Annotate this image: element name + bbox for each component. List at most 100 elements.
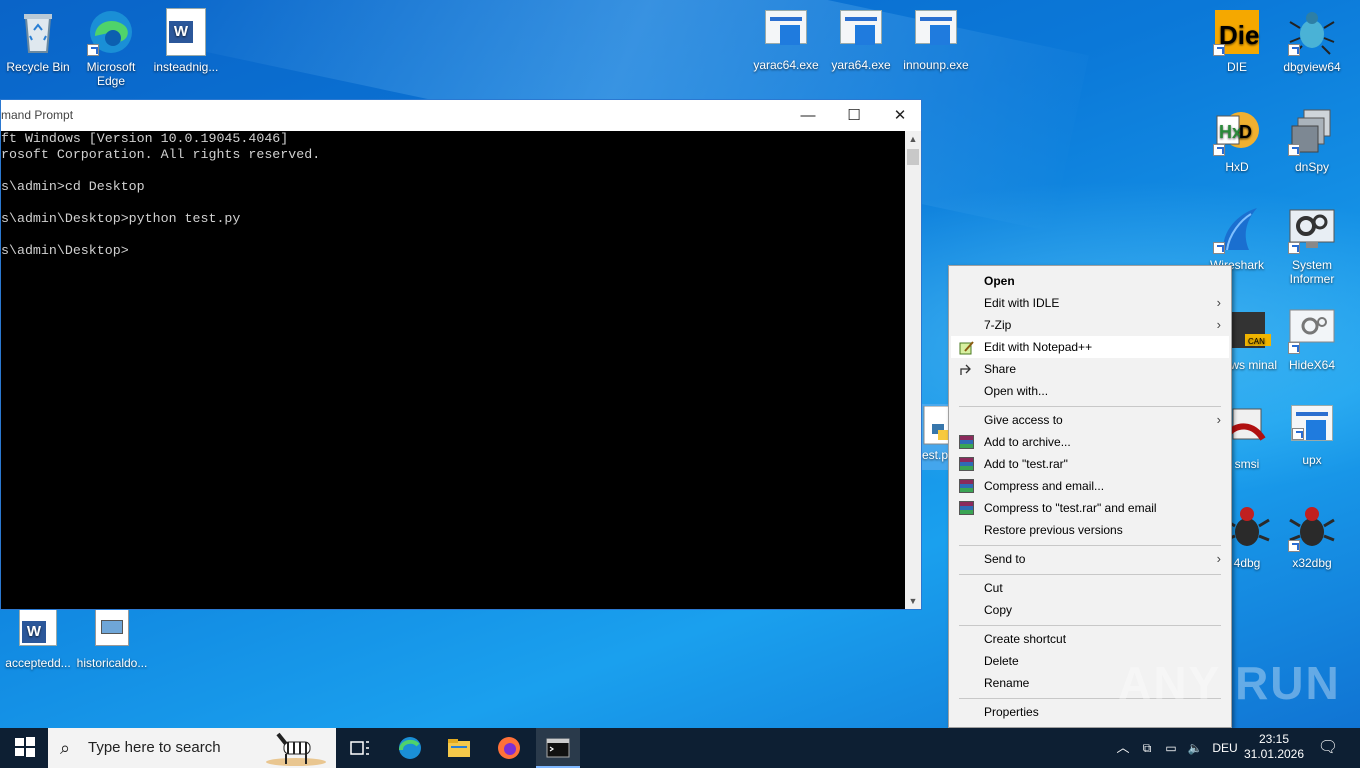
menu-item-open-with[interactable]: Open with... (951, 380, 1229, 402)
vertical-scrollbar[interactable]: ▲ ▼ (905, 131, 921, 609)
hidex64-icon (1288, 306, 1336, 354)
menu-item-edit-with-idle[interactable]: Edit with IDLE › (951, 292, 1229, 314)
menu-item-share[interactable]: Share (951, 358, 1229, 380)
desktop-icon-system-informer[interactable]: System Informer (1274, 206, 1350, 286)
menu-item-label: Add to "test.rar" (984, 457, 1068, 471)
winrar-icon (959, 501, 974, 515)
network-icon[interactable]: ▭ (1160, 728, 1182, 768)
command-prompt-window[interactable]: mand Prompt — ☐ ✕ ft Windows [Version 10… (0, 99, 922, 610)
recycle-bin-icon (14, 8, 62, 56)
clock[interactable]: 23:15 31.01.2026 (1242, 728, 1306, 768)
desktop-icon-label: x32dbg (1292, 556, 1332, 570)
start-button[interactable] (14, 736, 38, 760)
svg-text:D: D (1239, 122, 1252, 142)
console-output[interactable]: ft Windows [Version 10.0.19045.4046] ros… (1, 131, 905, 609)
desktop-icon-upx[interactable]: upx (1274, 405, 1350, 467)
menu-item-label: Copy (984, 603, 1013, 617)
notifications-icon[interactable]: 🗨 (1314, 728, 1342, 768)
menu-item-label: Delete (984, 654, 1019, 668)
menu-item-cut[interactable]: Cut (951, 577, 1229, 599)
menu-item-label: Open (984, 274, 1015, 288)
clock-date: 31.01.2026 (1243, 747, 1305, 761)
desktop-icon-test-py[interactable]: est.p (922, 404, 950, 470)
hxd-icon: Hx D (1213, 108, 1261, 156)
share-icon (959, 362, 974, 376)
menu-item-send-to[interactable]: Send to › (951, 548, 1229, 570)
menu-item-label: Give access to (984, 413, 1063, 427)
desktop-icon-x32dbg[interactable]: x32dbg (1274, 504, 1350, 570)
menu-item-add-to-test-rar[interactable]: Add to "test.rar" (951, 453, 1229, 475)
x32dbg-icon (1288, 504, 1336, 552)
menu-item-create-shortcut[interactable]: Create shortcut (951, 628, 1229, 650)
scroll-down-icon[interactable]: ▼ (905, 593, 921, 609)
firefox-icon[interactable] (497, 736, 521, 760)
desktop-icon-dbgview64[interactable]: dbgview64 (1274, 8, 1350, 74)
svg-text:CAN: CAN (1248, 337, 1265, 346)
desktop-icon-wireshark[interactable]: Wireshark (1199, 206, 1275, 272)
menu-item-label: Rename (984, 676, 1030, 690)
shortcut-arrow-icon (87, 44, 99, 56)
scrollbar-thumb[interactable] (907, 149, 919, 165)
menu-item-label: Add to archive... (984, 435, 1071, 449)
file-explorer-icon[interactable] (447, 736, 471, 760)
console-prompt: s\admin\Desktop> (1, 243, 129, 258)
maximize-button[interactable]: ☐ (831, 100, 877, 131)
desktop-icon-label: HideX64 (1288, 358, 1336, 372)
volume-icon[interactable]: 🔈 (1184, 728, 1206, 768)
desktop-icon-historicaldo[interactable]: historicaldo... (74, 608, 150, 670)
window-titlebar[interactable]: mand Prompt — ☐ ✕ (1, 100, 921, 131)
console-line: ft Windows [Version 10.0.19045.4046] (1, 131, 289, 146)
search-box[interactable]: ⌕ Type here to search (48, 728, 336, 768)
desktop-icon-label: DIE (1226, 60, 1247, 74)
console-line: rosoft Corporation. All rights reserved. (1, 147, 321, 162)
taskbar: ⌕ Type here to search ︿ ⧉ ▭ 🔈 DEU 23:15 … (0, 728, 1360, 768)
close-button[interactable]: ✕ (877, 100, 923, 131)
exe-icon (765, 10, 807, 45)
desktop-icon-edge[interactable]: Microsoft Edge (73, 8, 149, 88)
notepadpp-icon (959, 340, 974, 355)
winrar-icon (959, 435, 974, 449)
edge-icon (87, 8, 135, 56)
menu-item-open[interactable]: Open (951, 270, 1229, 292)
upx-icon (1291, 405, 1333, 441)
desktop-icon-label: innounp.exe (903, 58, 969, 72)
menu-item-label: Edit with Notepad++ (984, 340, 1093, 354)
windows-logo-icon (15, 737, 35, 757)
desktop-icon-yarac64[interactable]: yarac64.exe (748, 10, 824, 72)
edge-taskbar-icon[interactable] (398, 736, 422, 760)
network-device-icon[interactable]: ⧉ (1138, 728, 1156, 768)
desktop-icon-yara64[interactable]: yara64.exe (823, 10, 899, 72)
minimize-button[interactable]: — (785, 100, 831, 131)
exe-icon (915, 10, 957, 45)
language-indicator[interactable]: DEU (1208, 728, 1242, 768)
desktop-icon-hidex64[interactable]: HideX64 (1274, 306, 1350, 372)
desktop-icon-insteadnig[interactable]: W insteadnig... (148, 8, 224, 74)
desktop-icon-label: dnSpy (1294, 160, 1330, 174)
desktop-icon-label: historicaldo... (76, 656, 148, 670)
desktop-icon-die[interactable]: Die DIE (1199, 8, 1275, 74)
desktop-icon-acceptedd[interactable]: W acceptedd... (0, 608, 76, 670)
desktop-icon-label: Microsoft Edge (86, 60, 136, 88)
show-hidden-icons-chevron-icon[interactable]: ︿ (1112, 728, 1134, 768)
desktop-icon-label: yarac64.exe (753, 58, 819, 72)
menu-item-give-access-to[interactable]: Give access to › (951, 409, 1229, 431)
desktop-icon-innounp[interactable]: innounp.exe (898, 10, 974, 72)
search-placeholder: Type here to search (88, 739, 221, 756)
menu-item-compress-and-email[interactable]: Compress and email... (951, 475, 1229, 497)
menu-item-copy[interactable]: Copy (951, 599, 1229, 621)
taskbar-cmd-active[interactable] (536, 728, 580, 768)
menu-item-compress-to-test-rar-and-email[interactable]: Compress to "test.rar" and email (951, 497, 1229, 519)
desktop-icon-recycle-bin[interactable]: Recycle Bin (0, 8, 76, 74)
desktop-icon-label: est.p (922, 448, 949, 462)
menu-item-7zip[interactable]: 7-Zip › (951, 314, 1229, 336)
menu-item-add-to-archive[interactable]: Add to archive... (951, 431, 1229, 453)
desktop-icon-hxd[interactable]: Hx D HxD (1199, 108, 1275, 174)
menu-item-restore-previous-versions[interactable]: Restore previous versions (951, 519, 1229, 541)
menu-separator (959, 406, 1221, 407)
console-line: s\admin\Desktop>python test.py (1, 211, 241, 226)
task-view-icon[interactable] (348, 736, 372, 760)
menu-item-edit-with-notepadpp[interactable]: Edit with Notepad++ (951, 336, 1229, 358)
menu-separator (959, 625, 1221, 626)
desktop-icon-dnspy[interactable]: dnSpy (1274, 108, 1350, 174)
scroll-up-icon[interactable]: ▲ (905, 131, 921, 147)
